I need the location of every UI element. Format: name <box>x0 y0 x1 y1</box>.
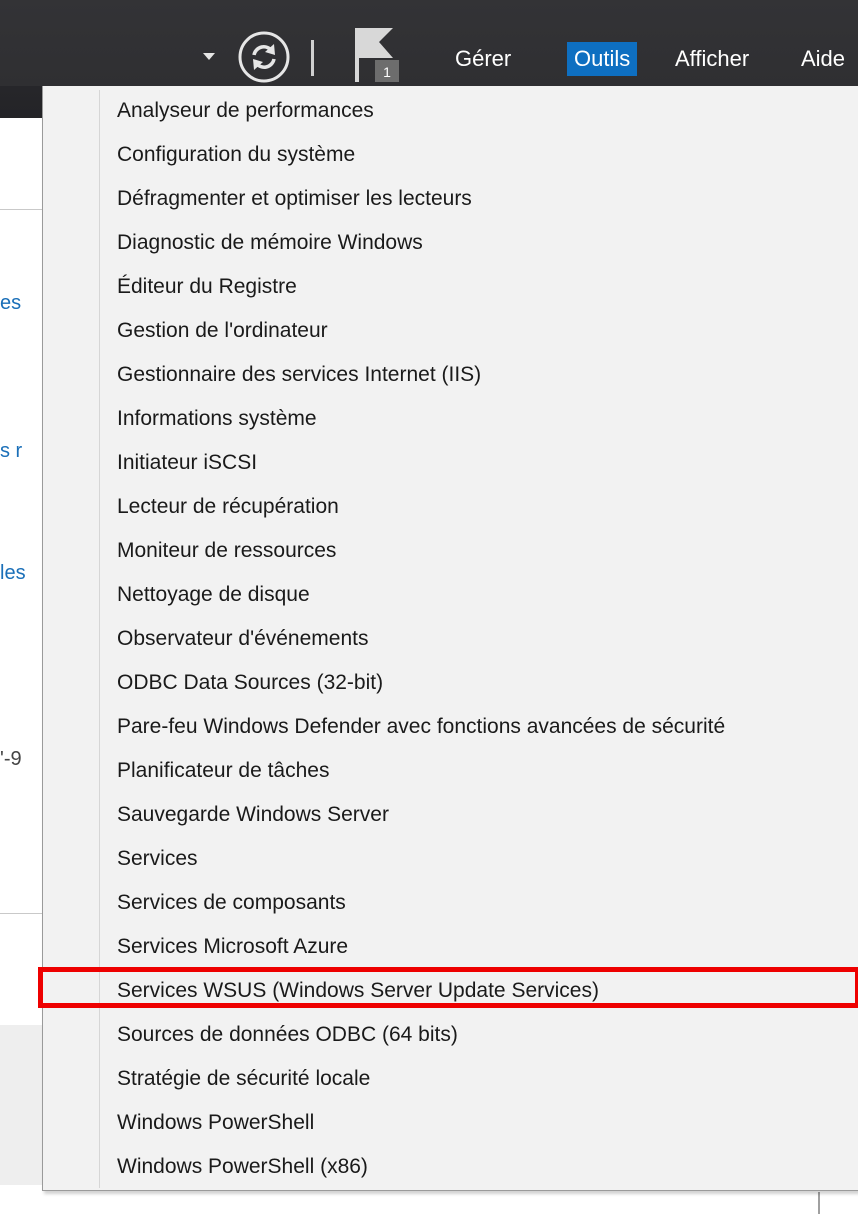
menu-item[interactable]: Services de composants <box>117 881 725 925</box>
menu-aide[interactable]: Aide <box>795 42 851 76</box>
menu-item[interactable]: Gestion de l'ordinateur <box>117 309 725 353</box>
menu-item[interactable]: Diagnostic de mémoire Windows <box>117 221 725 265</box>
background-lower-pane <box>0 1025 44 1185</box>
background-divider <box>0 209 44 210</box>
background-divider <box>0 913 44 914</box>
menu-item[interactable]: Windows PowerShell <box>117 1101 725 1145</box>
menu-item[interactable]: Windows PowerShell (x86) <box>117 1145 725 1189</box>
menu-item[interactable]: Lecteur de récupération <box>117 485 725 529</box>
menu-item[interactable]: Configuration du système <box>117 133 725 177</box>
tools-menu-list: Analyseur de performances Configuration d… <box>117 89 725 1189</box>
menu-outils[interactable]: Outils <box>567 42 638 76</box>
menu-item[interactable]: Stratégie de sécurité locale <box>117 1057 725 1101</box>
menu-item[interactable]: Initiateur iSCSI <box>117 441 725 485</box>
notification-badge: 1 <box>383 64 391 80</box>
menu-gerer[interactable]: Gérer <box>449 42 517 76</box>
menu-item[interactable]: Moniteur de ressources <box>117 529 725 573</box>
menu-gutter-divider <box>99 90 100 1188</box>
menu-item[interactable]: Analyseur de performances <box>117 89 725 133</box>
menu-item[interactable]: Éditeur du Registre <box>117 265 725 309</box>
menu-item[interactable]: Sauvegarde Windows Server <box>117 793 725 837</box>
refresh-icon[interactable] <box>237 30 291 84</box>
menu-item[interactable]: Sources de données ODBC (64 bits) <box>117 1013 725 1057</box>
menu-item[interactable]: Observateur d'événements <box>117 617 725 661</box>
menu-item[interactable]: Défragmenter et optimiser les lecteurs <box>117 177 725 221</box>
chevron-down-icon[interactable] <box>203 53 215 60</box>
menu-item[interactable]: Informations système <box>117 397 725 441</box>
background-link-fragment[interactable]: les <box>0 562 26 585</box>
background-link-fragment[interactable]: s r <box>0 440 22 463</box>
menu-item[interactable]: Planificateur de tâches <box>117 749 725 793</box>
background-link-fragment[interactable]: es <box>0 292 21 315</box>
menu-afficher[interactable]: Afficher <box>669 42 755 76</box>
notification-flag-icon[interactable]: 1 <box>353 26 401 84</box>
menu-item[interactable]: Nettoyage de disque <box>117 573 725 617</box>
server-manager-window: 1 Gérer Outils Afficher Aide es s r les … <box>0 0 858 1214</box>
menu-item[interactable]: ODBC Data Sources (32-bit) <box>117 661 725 705</box>
menu-item[interactable]: Services <box>117 837 725 881</box>
toolbar-separator <box>311 40 314 76</box>
background-divider <box>818 1192 820 1214</box>
menu-item[interactable]: Gestionnaire des services Internet (IIS) <box>117 353 725 397</box>
menu-item[interactable]: Pare-feu Windows Defender avec fonctions… <box>117 705 725 749</box>
menu-item[interactable]: Services Microsoft Azure <box>117 925 725 969</box>
wsus-highlight-box <box>38 967 858 1008</box>
background-text-fragment: '-9 <box>0 748 22 770</box>
